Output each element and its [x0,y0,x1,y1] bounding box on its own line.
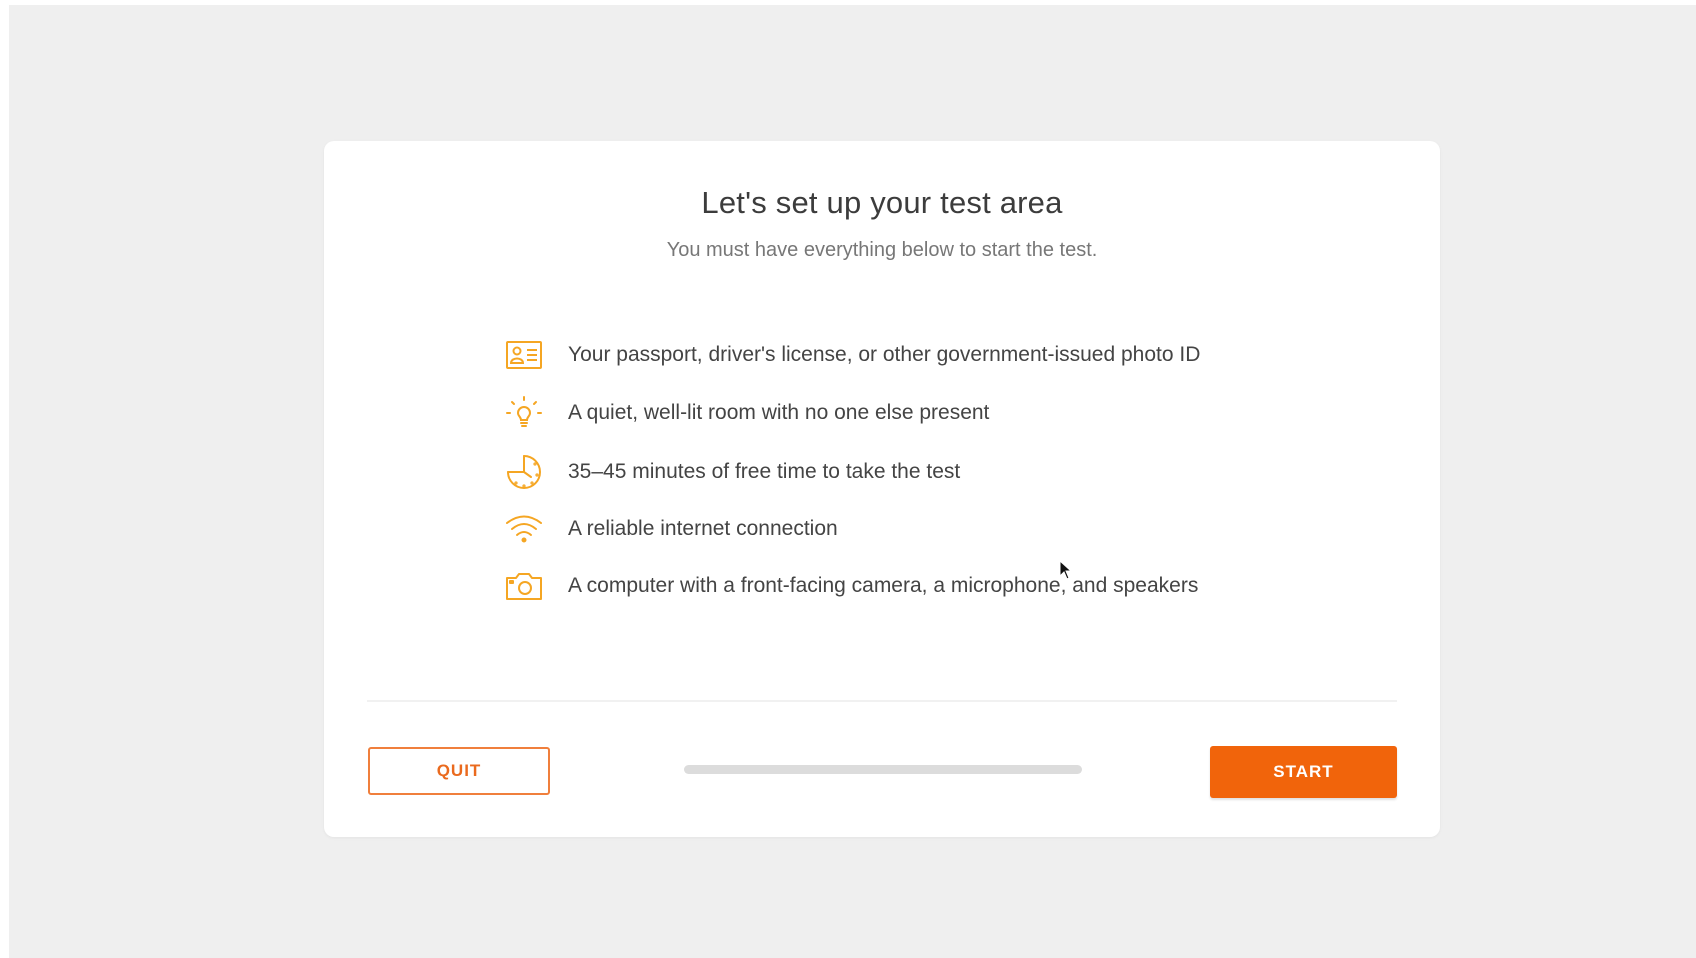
setup-card: Let's set up your test area You must hav… [324,141,1440,837]
mouse-cursor-icon [1059,559,1073,585]
camera-icon [504,566,544,606]
requirement-label: A reliable internet connection [568,517,838,540]
requirement-label: 35–45 minutes of free time to take the t… [568,460,961,483]
progress-bar [684,765,1082,774]
requirement-label: A computer with a front-facing camera, a… [568,574,1199,597]
screen-background: Let's set up your test area You must hav… [9,5,1696,958]
start-button[interactable]: START [1210,746,1397,798]
requirement-photo-id: Your passport, driver's license, or othe… [504,335,1304,375]
page-title: Let's set up your test area [701,185,1063,220]
page-subtitle: You must have everything below to start … [666,239,1098,261]
requirement-computer: A computer with a front-facing camera, a… [504,566,1304,606]
requirement-label: A quiet, well-lit room with no one else … [568,401,990,424]
wifi-icon [504,509,544,549]
lightbulb-icon [504,393,544,433]
progress-bar-fill [684,765,1082,774]
quit-button[interactable]: QUIT [368,747,550,795]
footer-divider [367,700,1397,702]
requirement-free-time: 35–45 minutes of free time to take the t… [504,452,1304,492]
requirement-quiet-room: A quiet, well-lit room with no one else … [504,393,1304,433]
requirement-label: Your passport, driver's license, or othe… [568,343,1201,366]
clock-icon [504,452,544,492]
id-card-icon [504,335,544,375]
requirement-internet: A reliable internet connection [504,509,1304,549]
